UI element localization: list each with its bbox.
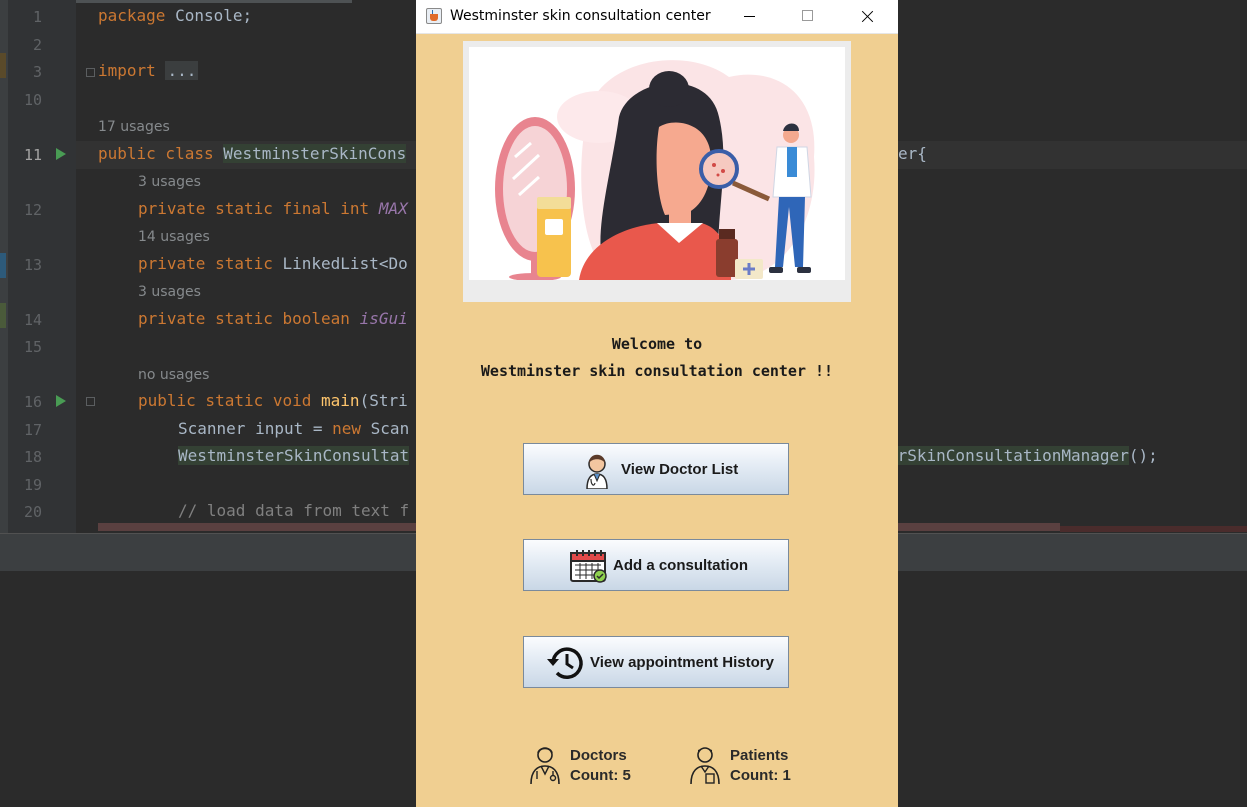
line-number: 15 — [23, 338, 42, 356]
doctors-count: Count: 5 — [570, 767, 631, 784]
maximize-button[interactable] — [779, 0, 839, 33]
fold-icon[interactable] — [86, 397, 95, 406]
java-cup-icon — [426, 8, 442, 24]
calendar-check-icon — [570, 550, 607, 583]
doctor-avatar-icon — [586, 454, 608, 489]
doctors-stat: Doctors Count: 5 — [528, 744, 638, 784]
folded-imports[interactable]: ... — [165, 61, 199, 80]
welcome-message: Welcome to Westminster skin consultation… — [416, 331, 898, 385]
line-number: 14 — [23, 311, 42, 329]
line-number: 2 — [32, 36, 42, 54]
run-class-icon[interactable] — [56, 148, 66, 160]
code-line: import ... — [98, 61, 199, 80]
line-number: 11 — [23, 146, 42, 164]
minimize-button[interactable] — [721, 0, 781, 33]
code-line: erSkinConsultationManager(); — [888, 446, 1158, 465]
code-line: er{ — [898, 144, 927, 163]
fold-icon[interactable] — [86, 68, 95, 77]
line-number: 19 — [23, 476, 42, 494]
code-line: private static LinkedList<Do — [138, 254, 408, 273]
code-line: package Console; — [98, 6, 253, 25]
close-button[interactable] — [838, 0, 898, 33]
skin-consultation-illustration — [463, 41, 851, 302]
line-number: 17 — [23, 421, 42, 439]
line-number: 1 — [32, 8, 42, 26]
code-line: // load data from text f — [178, 501, 410, 520]
doctor-outline-icon — [530, 747, 560, 784]
add-consultation-label: Add a consultation — [613, 557, 748, 574]
illustration-image — [469, 47, 845, 280]
code-line: Scanner input = new Scan — [178, 419, 410, 438]
run-main-icon[interactable] — [56, 395, 66, 407]
code-line: WestminsterSkinConsultat — [178, 446, 410, 465]
patient-outline-icon — [690, 747, 720, 784]
consultation-window: Westminster skin consultation center Wel… — [416, 0, 898, 807]
usages-hint[interactable]: 3 usages — [138, 174, 201, 190]
line-number: 12 — [23, 201, 42, 219]
line-number: 3 — [32, 63, 42, 81]
patients-count: Count: 1 — [730, 767, 791, 784]
patients-label: Patients — [730, 747, 789, 764]
line-number: 16 — [23, 393, 42, 411]
doctors-label: Doctors — [570, 747, 627, 764]
line-number: 10 — [23, 91, 42, 109]
view-doctor-list-label: View Doctor List — [621, 461, 739, 478]
welcome-line-2: Westminster skin consultation center !! — [480, 362, 834, 380]
code-line: private static boolean isGui — [138, 309, 408, 328]
usages-hint[interactable]: no usages — [138, 367, 209, 383]
welcome-line-1: Welcome to — [611, 335, 703, 353]
window-titlebar[interactable]: Westminster skin consultation center — [416, 0, 898, 34]
usages-hint[interactable]: 14 usages — [138, 229, 210, 245]
view-history-button[interactable]: View appointment History — [523, 636, 789, 688]
error-stripe — [1060, 526, 1247, 532]
view-history-label: View appointment History — [590, 654, 774, 671]
usages-hint[interactable]: 17 usages — [98, 119, 170, 135]
usages-hint[interactable]: 3 usages — [138, 284, 201, 300]
window-title: Westminster skin consultation center — [450, 8, 711, 24]
view-doctor-list-button[interactable]: View Doctor List — [523, 443, 789, 495]
add-consultation-button[interactable]: Add a consultation — [523, 539, 789, 591]
code-line: public static void main(Stri — [138, 391, 408, 410]
patients-stat: Patients Count: 1 — [688, 744, 808, 784]
line-number: 13 — [23, 256, 42, 274]
code-line: public class WestminsterSkinCons — [98, 144, 407, 163]
line-number: 18 — [23, 448, 42, 466]
history-clock-icon — [547, 647, 583, 679]
code-line: private static final int MAX — [138, 199, 408, 218]
line-number: 20 — [23, 503, 42, 521]
